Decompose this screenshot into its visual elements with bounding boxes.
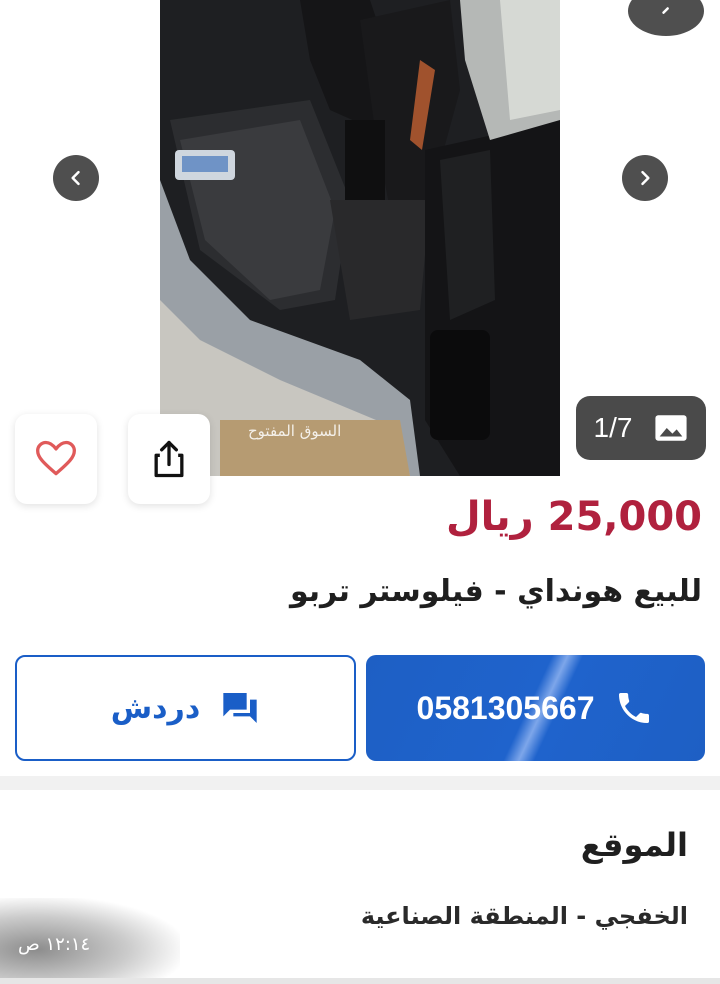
previous-image-button[interactable]: [53, 155, 99, 201]
listing-price: 25,000 ريال: [445, 494, 702, 540]
next-image-button[interactable]: [622, 155, 668, 201]
phone-icon: [619, 693, 650, 723]
location-value: الخفجي - المنطقة الصناعية: [360, 902, 688, 930]
image-counter-text: 1/7: [593, 412, 633, 443]
car-photo[interactable]: السوق المفتوح: [160, 0, 560, 476]
image-icon: [655, 415, 688, 441]
arrow-icon: [662, 7, 669, 14]
share-icon: [154, 440, 184, 478]
car-interior-image: السوق المفتوح: [160, 0, 560, 476]
image-counter[interactable]: 1/7: [576, 396, 706, 460]
phone-number: 0581305667: [416, 689, 595, 726]
chevron-right-icon: [641, 170, 650, 186]
watermark: السوق المفتوح: [248, 422, 341, 440]
chevron-left-icon: [71, 170, 80, 186]
section-divider: [0, 776, 720, 790]
chat-icon: [223, 693, 257, 723]
heart-icon: [36, 440, 76, 476]
favorite-button[interactable]: [15, 414, 97, 504]
share-button[interactable]: [128, 414, 210, 504]
image-gallery[interactable]: السوق المفتوح 1/7: [0, 0, 720, 476]
location-heading: الموقع: [580, 826, 688, 864]
call-button[interactable]: 0581305667: [366, 655, 705, 761]
listing-title: للبيع هونداي - فيلوستر تربو: [289, 574, 702, 609]
top-arrow-button[interactable]: [628, 0, 704, 36]
status-time: ١٢:١٤ ص: [18, 934, 91, 955]
bottom-border: [0, 978, 720, 984]
chat-button-label: دردش: [110, 690, 201, 726]
chat-button[interactable]: دردش: [15, 655, 356, 761]
